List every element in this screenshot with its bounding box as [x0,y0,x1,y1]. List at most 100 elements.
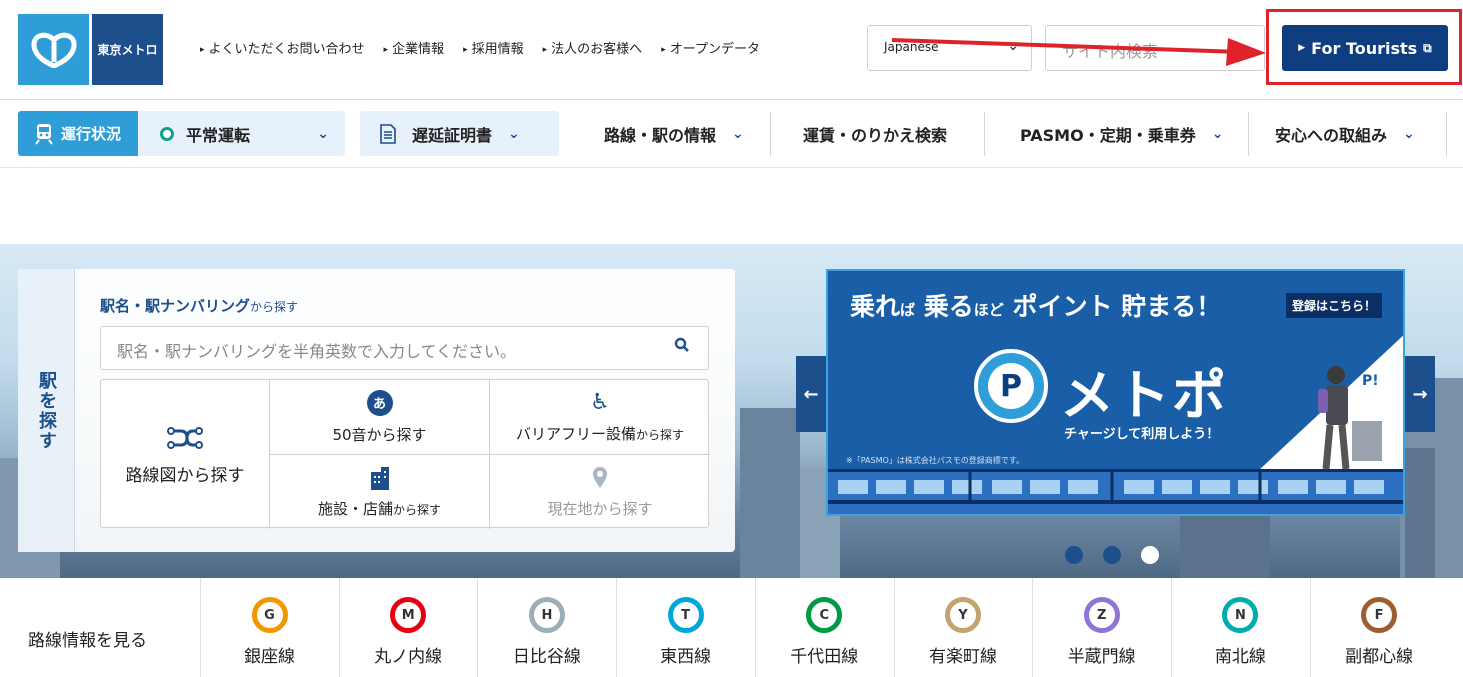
service-status-value: 平常運転 [186,125,251,145]
line-button-m[interactable]: M 丸ノ内線 [338,578,477,677]
delay-certificate-label: 遅延証明書 [412,125,493,145]
red-arrow-annotation [891,38,1266,66]
for-tourists-label: For Tourists [1311,38,1418,58]
barrier-free-suffix: から探す [636,427,685,442]
nav-safety[interactable]: 安心への取組み ⌄ [1275,111,1415,156]
status-normal-icon [160,126,174,141]
service-status-dropdown[interactable]: 運行状況 平常運転 ⌄ [18,111,345,156]
headline-part: ポイント 貯まる！ [1012,292,1222,321]
delay-certificate-dropdown[interactable]: 遅延証明書 ⌄ [360,111,559,156]
line-badge-icon: N [1222,597,1259,633]
banner-footnote: ※「PASMO」は株式会社パスモの登録商標です。 [846,456,1024,465]
line-button-c[interactable]: C 千代田線 [754,578,893,677]
line-info-title: 路線情報を見る [28,631,147,651]
current-location-label: 現在地から探す [547,499,653,518]
register-badge[interactable]: 登録はこちら！ [1286,293,1383,318]
carousel-dot-active[interactable] [1141,546,1159,564]
link-faq[interactable]: よくいただくお問い合わせ [200,38,365,57]
route-map-label: 路線図から探す [125,466,245,486]
kana-search[interactable]: あ 50音から探す [270,380,489,454]
headline-part: ほど [973,301,1004,319]
line-name: 日比谷線 [512,647,581,667]
train-illustration [828,469,1403,514]
banner-subtitle: チャージして利用しよう！ [1064,427,1220,442]
station-search-placeholder: 駅名・駅ナンバリングを半角英数で入力してください。 [117,342,517,361]
arrow-left-icon: ← [803,383,819,405]
finder-title: 駅名・駅ナンバリングから探す [100,295,298,316]
line-name: 南北線 [1214,647,1266,667]
carousel-prev-button[interactable]: ← [796,356,826,432]
line-badge-icon: G [251,597,288,633]
line-badge-icon: M [390,597,427,633]
link-open-data[interactable]: オープンデータ [661,38,760,57]
link-corporate[interactable]: 法人のお客様へ [543,38,642,57]
nav-divider [984,112,985,156]
station-finder: 駅を探す 駅名・駅ナンバリングから探す 駅名・駅ナンバリングを半角英数で入力して… [18,269,735,552]
route-map-icon [167,427,203,449]
facility-suffix: から探す [393,502,442,517]
line-button-y[interactable]: Y 有楽町線 [893,578,1032,677]
facility-label: 施設・店舗から探す [318,498,441,519]
wheelchair-icon: ♿ [590,389,610,415]
nav-pasmo-label: PASMO・定期・乗車券 [1020,125,1196,145]
headline-part: ば [900,301,916,319]
line-button-h[interactable]: H 日比谷線 [477,578,615,677]
station-search-input[interactable]: 駅名・駅ナンバリングを半角英数で入力してください。 [100,326,709,370]
line-button-z[interactable]: Z 半蔵門線 [1032,578,1170,677]
finder-title-suffix: から探す [250,300,299,314]
p-badge: P! [1362,373,1379,389]
headline-part: 乗れ [850,292,901,321]
building-icon [370,466,389,490]
top-links: よくいただくお問い合わせ 企業情報 採用情報 法人のお客様へ オープンデータ [200,38,779,57]
nav-pasmo[interactable]: PASMO・定期・乗車券 ⌄ [1020,111,1223,156]
train-icon [35,123,53,145]
metopo-banner[interactable]: 乗れば 乗るほど ポイント 貯まる！ 登録はこちら！ P メトポ チャージして利… [826,269,1405,516]
nav-lines-stations[interactable]: 路線・駅の情報 ⌄ [604,111,744,156]
chevron-down-icon: ⌄ [317,125,329,142]
finder-options-grid: 路線図から探す あ 50音から探す ♿ バリアフリー設備から探す 施設・店舗から… [100,379,710,529]
site-header: 東京メトロ よくいただくお問い合わせ 企業情報 採用情報 法人のお客様へ オープ… [0,0,1463,100]
carousel-dot[interactable] [1103,546,1121,564]
line-badge-icon: T [667,597,704,633]
line-name: 東西線 [660,647,712,667]
facility-main: 施設・店舗 [317,499,393,518]
external-link-icon: ⧉ [1423,40,1432,55]
line-button-f[interactable]: F 副都心線 [1309,578,1448,677]
nav-safety-label: 安心への取組み [1275,125,1388,145]
link-recruit[interactable]: 採用情報 [463,38,524,57]
finder-title-main: 駅名・駅ナンバリング [100,297,251,315]
tokyo-metro-logo[interactable] [18,14,89,85]
line-badge-icon: C [806,597,843,633]
nav-lines-stations-label: 路線・駅の情報 [604,125,717,145]
nav-fare-search[interactable]: 運賃・のりかえ検索 [803,111,947,156]
hero-section: 駅を探す 駅名・駅ナンバリングから探す 駅名・駅ナンバリングを半角英数で入力して… [0,244,1463,578]
line-name: 副都心線 [1345,647,1414,667]
barrier-free-label: バリアフリー設備から探す [516,423,684,444]
link-company[interactable]: 企業情報 [384,38,444,57]
line-button-t[interactable]: T 東西線 [616,578,754,677]
brand-name[interactable]: 東京メトロ [92,14,163,85]
line-button-g[interactable]: G 銀座線 [200,578,338,677]
kana-label: 50音から探す [332,425,427,444]
main-nav: 運行状況 平常運転 ⌄ 遅延証明書 ⌄ 路線・駅の情報 ⌄ 運賃・のりかえ検索 … [0,100,1463,168]
finder-side-label: 駅を探す [36,370,57,451]
current-location-search[interactable]: 現在地から探す [490,455,710,529]
line-badge-icon: H [528,597,565,633]
line-name: 丸ノ内線 [374,647,443,667]
route-map-search[interactable]: 路線図から探す [101,380,269,529]
metopo-logo: P [974,349,1048,423]
for-tourists-button[interactable]: ▶ For Tourists ⧉ [1282,25,1448,71]
location-pin-icon [593,466,607,488]
facility-search[interactable]: 施設・店舗から探す [270,455,489,529]
finder-side-tab: 駅を探す [18,269,75,552]
line-button-n[interactable]: N 南北線 [1170,578,1309,677]
barrier-free-search[interactable]: ♿ バリアフリー設備から探す [490,380,710,454]
service-status-label-box: 運行状況 [18,111,138,156]
search-icon[interactable] [674,337,690,353]
carousel-next-button[interactable]: → [1405,356,1435,432]
chevron-down-icon: ⌄ [1211,125,1224,142]
barrier-free-main: バリアフリー設備 [515,424,636,443]
line-name: 銀座線 [244,647,295,667]
carousel-dot[interactable] [1065,546,1083,564]
line-badge-icon: Y [945,597,981,633]
